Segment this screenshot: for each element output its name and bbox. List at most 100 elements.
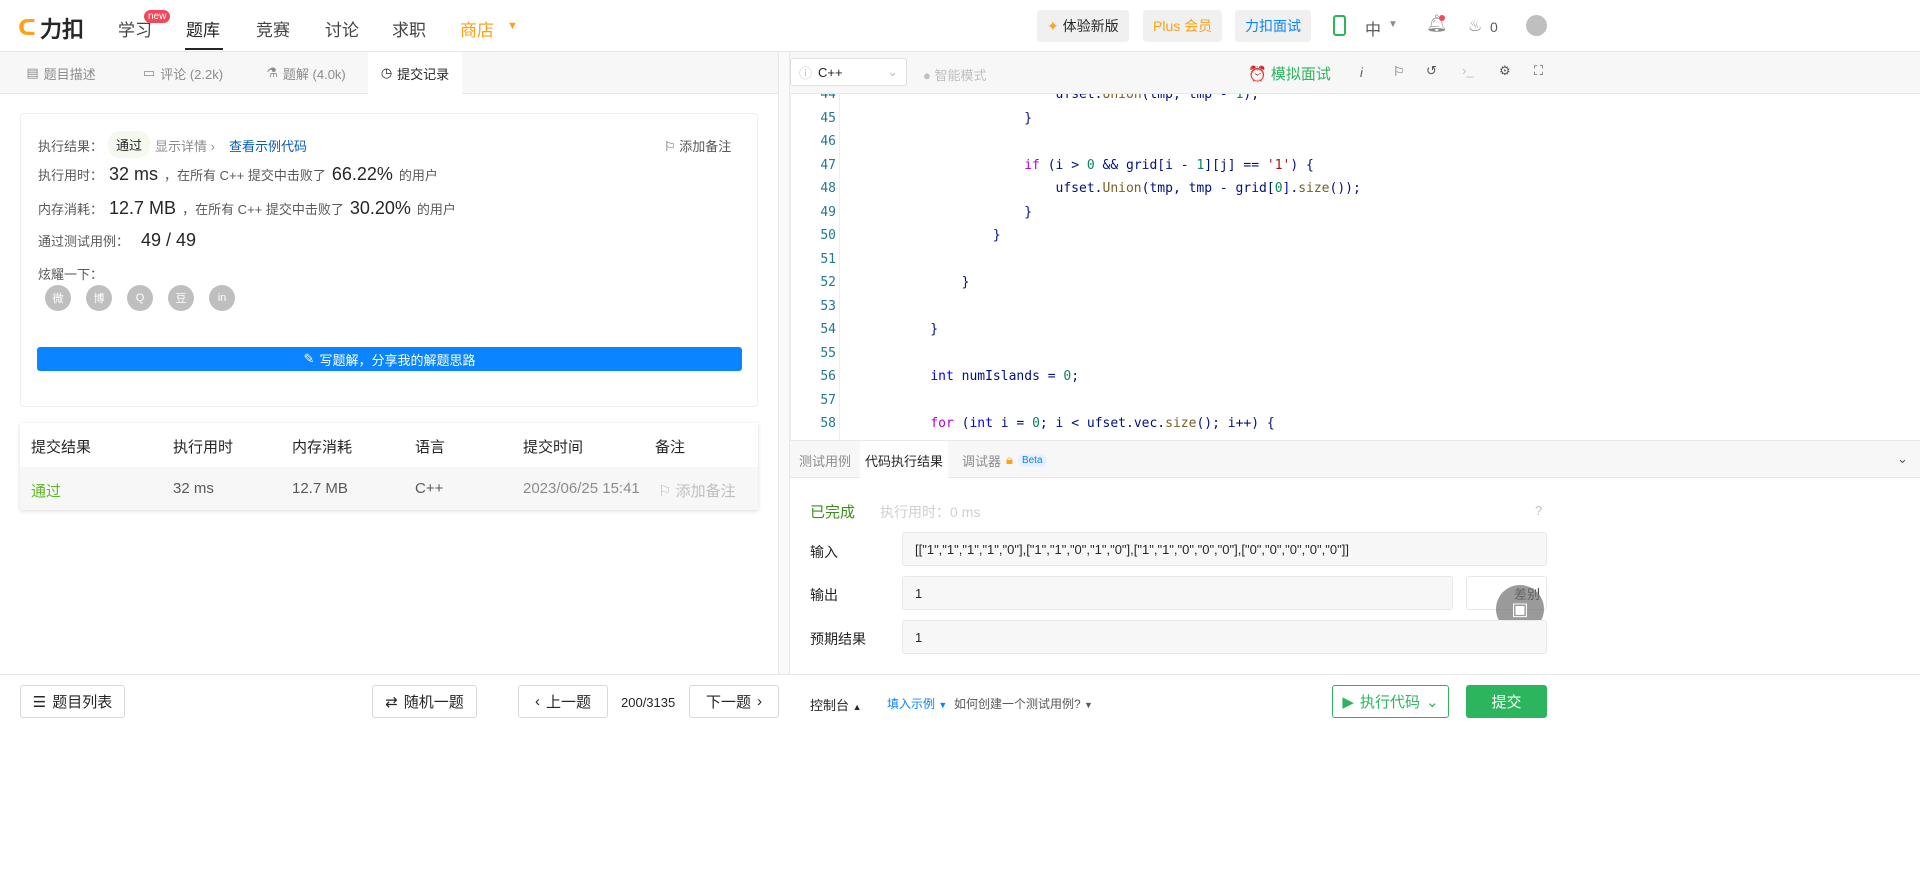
show-details-link[interactable]: 显示详情 › [155, 136, 215, 155]
description-icon: ▤ [26, 65, 39, 80]
row-add-note-button[interactable]: ⚐ 添加备注 [658, 480, 736, 501]
fullscreen-icon[interactable]: ⛶ [1534, 63, 1543, 79]
line-number: 58 [820, 416, 836, 431]
tab-label: 评论 (2.2k) [160, 66, 224, 82]
try-new-version-button[interactable]: ✦ 体验新版 [1037, 10, 1129, 42]
table-header: 提交结果 执行用时 内存消耗 语言 提交时间 备注 [20, 423, 758, 467]
code-line: } [899, 110, 1033, 126]
caret-up-icon: ▲ [852, 702, 862, 712]
header-status: 提交结果 [31, 439, 92, 456]
view-sample-code-link[interactable]: 查看示例代码 [229, 136, 307, 155]
mock-interview-label: 模拟面试 [1270, 66, 1331, 83]
nav-jobs[interactable]: 求职 [392, 16, 426, 41]
line-number: 54 [820, 322, 836, 337]
notification-dot [1439, 15, 1445, 21]
terminal-icon[interactable]: ›_ [1462, 63, 1474, 78]
interview-button[interactable]: 力扣面试 [1235, 10, 1311, 42]
chevron-down-icon: ⌄ [887, 64, 898, 79]
flag-icon[interactable]: ⚐ [1393, 64, 1405, 80]
status-badge: 通过 [108, 131, 151, 158]
prev-problem-button[interactable]: ‹ 上一题 [518, 685, 608, 718]
runtime-label: 执行用时： [38, 168, 104, 183]
code-editor[interactable]: 44454647484950515253545556575859606162 u… [790, 94, 1920, 440]
store-caret-icon[interactable]: ▼ [507, 20, 518, 32]
next-problem-button[interactable]: 下一题 › [689, 685, 779, 718]
panel-resize-handle[interactable] [778, 52, 790, 674]
nav-discuss[interactable]: 讨论 [325, 16, 359, 41]
row-status[interactable]: 通过 [31, 480, 61, 501]
tab-label: 题目描述 [43, 66, 96, 82]
line-number: 57 [820, 392, 836, 408]
avatar[interactable] [1526, 15, 1547, 36]
table-row[interactable]: 通过 32 ms 12.7 MB C++ 2023/06/25 15:41 ⚐ … [20, 467, 758, 510]
plus-member-button[interactable]: Plus 会员 [1143, 10, 1223, 42]
cases-value: 49 / 49 [141, 230, 197, 250]
nav-problems[interactable]: 题库 [186, 16, 220, 41]
chevron-down-icon: ⌄ [1425, 693, 1439, 711]
tab-submissions[interactable]: ◷ 提交记录 [368, 52, 462, 94]
debugger-label: 调试器 [962, 453, 1002, 469]
add-note-button[interactable]: ⚐ 添加备注 [664, 136, 731, 155]
row-runtime: 32 ms [173, 480, 214, 497]
try-new-label: 体验新版 [1062, 18, 1119, 34]
language-caret-icon[interactable]: ▼ [1388, 19, 1398, 30]
tab-description[interactable]: ▤ 题目描述 [0, 52, 122, 94]
line-number: 48 [820, 181, 836, 196]
wechat-icon[interactable]: 微 [45, 285, 71, 311]
submit-button[interactable]: 提交 [1466, 685, 1547, 718]
pencil-icon: ✎ [303, 351, 315, 366]
reset-icon[interactable]: ↺ [1426, 63, 1437, 79]
mock-interview-button[interactable]: ⏰ 模拟面试 [1248, 63, 1331, 84]
nav-store[interactable]: 商店 [460, 16, 494, 41]
nav-active-indicator [185, 48, 223, 50]
caret-down-icon: ▼ [938, 700, 948, 710]
qq-icon[interactable]: Q [127, 285, 153, 311]
console-toggle[interactable]: 控制台 ▲ [810, 695, 862, 714]
settings-icon[interactable]: ⚙ [1499, 63, 1511, 79]
weibo-icon[interactable]: 博 [86, 285, 112, 311]
random-problem-button[interactable]: ⇄ 随机一题 [372, 685, 477, 718]
code-line: } [899, 228, 1001, 243]
console-tabs: 测试用例 代码执行结果 调试器 🔒︎ Beta ⌄ [790, 440, 1920, 479]
line-number: 56 [820, 369, 836, 384]
result-card: 执行结果： 通过 显示详情 › 查看示例代码 ⚐ 添加备注 执行用时： 32 m… [20, 113, 758, 407]
tab-run-result[interactable]: 代码执行结果 [860, 441, 948, 479]
tab-testcase[interactable]: 测试用例 [790, 441, 860, 479]
info-i-icon[interactable]: i [1360, 65, 1363, 80]
points-count: 0 [1490, 19, 1498, 35]
play-icon: ▶ [1342, 693, 1354, 711]
fill-example-button[interactable]: 填入示例 ▼ [887, 695, 947, 712]
tab-debugger[interactable]: 调试器 🔒︎ Beta [962, 441, 1047, 479]
nav-contest[interactable]: 竞赛 [256, 16, 290, 41]
line-number: 55 [820, 345, 836, 361]
line-number: 50 [820, 228, 836, 243]
tab-solutions[interactable]: ⚗ 题解 (4.0k) [244, 52, 368, 94]
problem-list-button[interactable]: ☰ 题目列表 [20, 685, 125, 718]
beta-badge: Beta [1017, 453, 1047, 467]
leetcode-logo[interactable]: ᑕ 力扣 [18, 12, 84, 44]
collapse-chevron-icon[interactable]: ⌄ [1897, 451, 1908, 467]
flag-icon: ⚐ [664, 139, 676, 154]
line-number: 46 [820, 134, 836, 149]
next-label: 下一题 [705, 694, 751, 711]
run-code-button[interactable]: ▶ 执行代码 ⌄ [1332, 685, 1449, 718]
douban-icon[interactable]: 豆 [168, 285, 194, 311]
how-create-testcase-link[interactable]: 如何创建一个测试用例? ▼ [954, 695, 1093, 712]
linkedin-icon[interactable]: in [209, 285, 235, 311]
write-solution-button[interactable]: ✎ 写题解，分享我的解题思路 [37, 347, 742, 371]
mobile-icon[interactable] [1333, 15, 1346, 36]
flame-icon: ♨ [1468, 18, 1483, 35]
flag-icon: ⚐ [658, 483, 672, 500]
language-select[interactable]: ⓘ C++ ⌄ [790, 58, 907, 86]
code-line: int numIslands = 0; [930, 369, 1080, 384]
run-label: 执行代码 [1359, 694, 1420, 711]
run-result-panel: 已完成 执行用时：0 ms ? 输入 [["1","1","1","1","0"… [790, 478, 1920, 674]
info-icon: ⓘ [799, 65, 813, 81]
smart-mode-toggle[interactable]: ● 智能模式 [923, 65, 986, 84]
tab-comments[interactable]: ▭ 评论 (2.2k) [122, 52, 244, 94]
line-number: 49 [820, 204, 836, 220]
write-solution-label: 写题解，分享我的解题思路 [319, 352, 476, 368]
beat-text: ，在所有 C++ 提交中击败了 [164, 168, 326, 183]
language-switch[interactable]: 中 [1365, 16, 1381, 40]
help-icon[interactable]: ? [1535, 503, 1542, 518]
